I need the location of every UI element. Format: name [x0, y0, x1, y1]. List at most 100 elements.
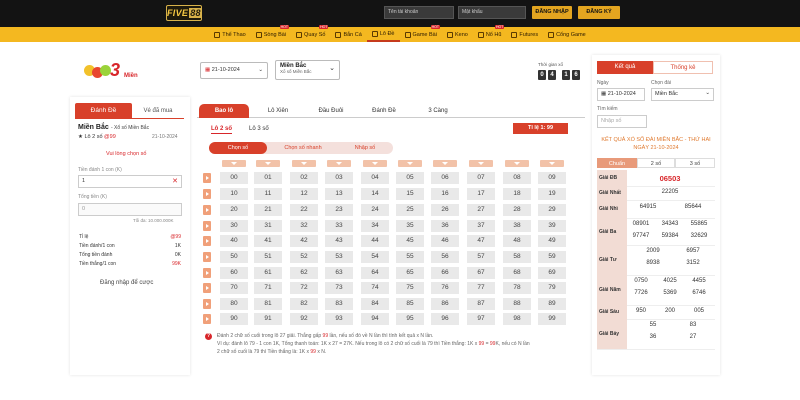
number-cell[interactable]: 53	[325, 251, 353, 263]
per-unit-input[interactable]: 1 ✕	[78, 175, 182, 188]
number-cell[interactable]: 81	[254, 298, 282, 310]
number-cell[interactable]: 25	[396, 204, 424, 216]
number-cell[interactable]: 14	[361, 188, 389, 200]
column-select-button[interactable]	[469, 160, 493, 167]
number-cell[interactable]: 55	[396, 251, 424, 263]
row-select-button[interactable]	[203, 221, 211, 231]
number-cell[interactable]: 98	[503, 313, 531, 325]
number-cell[interactable]: 79	[538, 282, 566, 294]
number-cell[interactable]: 58	[503, 251, 531, 263]
number-cell[interactable]: 02	[290, 172, 318, 184]
number-cell[interactable]: 26	[431, 204, 459, 216]
number-cell[interactable]: 17	[467, 188, 495, 200]
number-cell[interactable]: 87	[467, 298, 495, 310]
login-button[interactable]: ĐĂNG NHẬP	[532, 6, 572, 19]
nav-item-gamegate[interactable]: Cổng Game	[543, 27, 591, 42]
number-cell[interactable]: 00	[220, 172, 248, 184]
row-select-button[interactable]	[203, 205, 211, 215]
view-2-so[interactable]: 2 số	[637, 158, 675, 168]
number-cell[interactable]: 12	[290, 188, 318, 200]
nav-item-fish[interactable]: Bắn Cá	[330, 27, 366, 42]
number-cell[interactable]: 82	[290, 298, 318, 310]
number-cell[interactable]: 47	[467, 235, 495, 247]
tab-3-cang[interactable]: 3 Càng	[418, 104, 458, 118]
number-cell[interactable]: 61	[254, 267, 282, 279]
number-cell[interactable]: 72	[290, 282, 318, 294]
nav-item-lottery[interactable]: Quay Số HOT	[291, 25, 330, 42]
number-cell[interactable]: 24	[361, 204, 389, 216]
column-select-button[interactable]	[433, 160, 457, 167]
number-cell[interactable]: 66	[431, 267, 459, 279]
column-select-button[interactable]	[540, 160, 564, 167]
number-cell[interactable]: 96	[431, 313, 459, 325]
number-cell[interactable]: 94	[361, 313, 389, 325]
password-input[interactable]: Mật khẩu	[458, 6, 526, 19]
number-cell[interactable]: 10	[220, 188, 248, 200]
region-select[interactable]: Miền Bắc Xổ số Miền Bắc ⌄	[275, 60, 340, 80]
clear-icon[interactable]: ✕	[172, 176, 178, 187]
number-cell[interactable]: 73	[325, 282, 353, 294]
nav-item-keno[interactable]: Keno	[442, 27, 473, 42]
view-3-so[interactable]: 3 số	[675, 158, 715, 168]
number-cell[interactable]: 15	[396, 188, 424, 200]
number-cell[interactable]: 29	[538, 204, 566, 216]
number-cell[interactable]: 36	[431, 220, 459, 232]
nav-item-futures[interactable]: Futures	[506, 27, 543, 42]
nav-item-cards[interactable]: Game Bài HOT	[400, 25, 442, 42]
number-cell[interactable]: 33	[325, 220, 353, 232]
number-cell[interactable]: 19	[538, 188, 566, 200]
number-cell[interactable]: 16	[431, 188, 459, 200]
number-cell[interactable]: 54	[361, 251, 389, 263]
number-cell[interactable]: 04	[361, 172, 389, 184]
number-cell[interactable]: 52	[290, 251, 318, 263]
tab-bao-lo[interactable]: Bao lô	[199, 104, 249, 118]
number-cell[interactable]: 89	[538, 298, 566, 310]
row-select-button[interactable]	[203, 283, 211, 293]
number-cell[interactable]: 37	[467, 220, 495, 232]
number-cell[interactable]: 32	[290, 220, 318, 232]
number-cell[interactable]: 90	[220, 313, 248, 325]
number-cell[interactable]: 49	[538, 235, 566, 247]
number-cell[interactable]: 70	[220, 282, 248, 294]
number-cell[interactable]: 42	[290, 235, 318, 247]
column-select-button[interactable]	[505, 160, 529, 167]
number-cell[interactable]: 28	[503, 204, 531, 216]
number-cell[interactable]: 77	[467, 282, 495, 294]
number-cell[interactable]: 31	[254, 220, 282, 232]
column-select-button[interactable]	[363, 160, 387, 167]
tab-danh-de[interactable]: Đánh Đề	[75, 103, 132, 119]
number-cell[interactable]: 43	[325, 235, 353, 247]
row-select-button[interactable]	[203, 173, 211, 183]
number-cell[interactable]: 93	[325, 313, 353, 325]
number-cell[interactable]: 03	[325, 172, 353, 184]
tab-ket-qua[interactable]: Kết quả	[597, 61, 653, 74]
number-cell[interactable]: 45	[396, 235, 424, 247]
number-cell[interactable]: 69	[538, 267, 566, 279]
nav-item-lode[interactable]: Lô Đề	[366, 27, 400, 42]
number-cell[interactable]: 84	[361, 298, 389, 310]
number-cell[interactable]: 22	[290, 204, 318, 216]
number-cell[interactable]: 06	[431, 172, 459, 184]
tab-lo-xien[interactable]: Lô Xiên	[258, 104, 298, 118]
row-select-button[interactable]	[203, 189, 211, 199]
row-select-button[interactable]	[203, 299, 211, 309]
number-cell[interactable]: 74	[361, 282, 389, 294]
subtab-lo-2-so[interactable]: Lô 2 số	[211, 126, 233, 134]
username-input[interactable]: Tên tài khoản	[384, 6, 454, 19]
tab-thong-ke[interactable]: Thống kê	[653, 61, 713, 74]
number-cell[interactable]: 40	[220, 235, 248, 247]
nav-item-sports[interactable]: Thể Thao	[209, 27, 250, 42]
number-cell[interactable]: 34	[361, 220, 389, 232]
number-cell[interactable]: 13	[325, 188, 353, 200]
column-select-button[interactable]	[256, 160, 280, 167]
total-input[interactable]: 0	[78, 203, 182, 216]
number-cell[interactable]: 92	[290, 313, 318, 325]
column-select-button[interactable]	[327, 160, 351, 167]
view-chuan[interactable]: Chuẩn	[597, 158, 637, 168]
number-cell[interactable]: 97	[467, 313, 495, 325]
nav-item-casino[interactable]: Sòng Bài HOT	[251, 25, 291, 42]
mode-nhap-so[interactable]: Nhập số	[338, 142, 392, 154]
number-cell[interactable]: 91	[254, 313, 282, 325]
tab-ve-da-mua[interactable]: Vé đã mua	[132, 103, 184, 119]
number-cell[interactable]: 85	[396, 298, 424, 310]
